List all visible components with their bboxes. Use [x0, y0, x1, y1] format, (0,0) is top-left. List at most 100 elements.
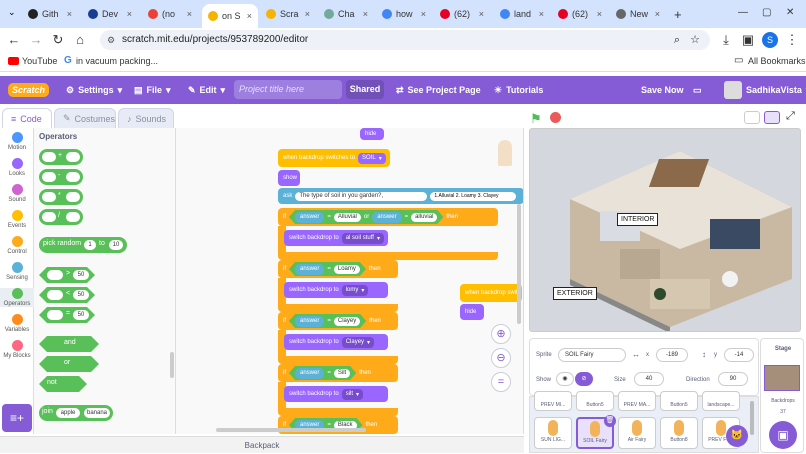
backdrop-dropdown[interactable]: al soil stuff ▾ [342, 233, 384, 244]
stage-canvas[interactable]: INTERIOR EXTERIOR [529, 128, 801, 332]
shared-button[interactable]: Shared [346, 80, 384, 99]
file-menu[interactable]: ▤File▾ [134, 76, 171, 104]
backdrop-dropdown[interactable]: silt ▾ [342, 389, 363, 400]
input-slot[interactable] [66, 212, 80, 222]
stop-icon[interactable] [550, 112, 561, 123]
equals-block[interactable]: answer=Clayey [289, 314, 366, 328]
switch-backdrop-block[interactable]: switch backdrop tosilt ▾ [284, 386, 388, 402]
tab-code[interactable]: ≡Code [2, 108, 52, 128]
category-my-blocks[interactable]: My Blocks [0, 340, 34, 359]
close-icon[interactable]: × [127, 9, 132, 19]
switch-backdrop-block[interactable]: switch backdrop tolomy ▾ [284, 282, 388, 298]
backpack[interactable]: Backpack [0, 436, 524, 453]
input-slot[interactable] [42, 212, 56, 222]
equals-block[interactable]: answer=Silt [289, 366, 356, 380]
size-input[interactable]: 40 [634, 372, 664, 386]
save-now-button[interactable]: Save Now [641, 76, 684, 104]
url-field[interactable]: ⚙ scratch.mit.edu/projects/953789200/edi… [100, 30, 710, 50]
close-icon[interactable]: × [67, 9, 72, 19]
delete-sprite-icon[interactable]: 🗑 [604, 415, 616, 427]
input-slot[interactable]: 1 [84, 240, 96, 250]
input-slot[interactable] [66, 152, 80, 162]
answer-compare-value[interactable]: Alluvial [334, 213, 361, 222]
y-input[interactable]: -14 [724, 348, 754, 362]
stage-selector[interactable]: Stage Backdrops 37 ▣ [760, 338, 804, 453]
sprite-tile[interactable]: Button5 [576, 391, 614, 411]
add-extension-icon[interactable]: ≡+ [2, 404, 32, 432]
compare-block[interactable]: =50 [39, 307, 95, 323]
op-block[interactable]: - [39, 169, 83, 185]
new-tab-button[interactable]: + [668, 4, 688, 24]
sprite-tile[interactable]: PREV MI... [534, 391, 572, 411]
browser-tab[interactable]: Scra× [260, 4, 316, 24]
edit-menu[interactable]: ✎Edit▾ [188, 76, 225, 104]
category-motion[interactable]: Motion [0, 132, 34, 151]
close-icon[interactable]: × [247, 11, 252, 21]
category-control[interactable]: Control [0, 236, 34, 255]
when-backdrop-switches-block-2[interactable]: when backdrop switc [460, 284, 522, 302]
home-icon[interactable]: ⌂ [72, 32, 88, 48]
reload-icon[interactable]: ↻ [50, 32, 66, 48]
close-icon[interactable]: × [363, 9, 368, 19]
compare-block[interactable]: <50 [39, 287, 95, 303]
tab-search-icon[interactable]: ⌄ [8, 7, 16, 18]
answer-reporter[interactable]: answer [295, 212, 324, 223]
window-close-icon[interactable]: ✕ [786, 7, 794, 18]
category-operators[interactable]: Operators [0, 288, 34, 307]
and-block[interactable]: and [39, 336, 99, 352]
green-flag-icon[interactable]: ⚑ [530, 111, 542, 127]
minimize-icon[interactable]: — [738, 7, 748, 18]
sprite-list-scrollbar[interactable] [750, 401, 754, 435]
category-variables[interactable]: Variables [0, 314, 34, 333]
ask-block[interactable]: askThe type of soil in you garden?,1.All… [278, 188, 524, 204]
zoom-out-icon[interactable]: ⊖ [491, 348, 511, 368]
if-block[interactable]: ifanswer=Clayeythen [278, 312, 398, 330]
browser-tab[interactable]: (62)× [552, 4, 608, 24]
back-icon[interactable]: ← [6, 32, 22, 48]
equals-block[interactable]: answer=Loamy [289, 262, 366, 276]
direction-input[interactable]: 90 [718, 372, 748, 386]
input-slot[interactable] [66, 192, 80, 202]
small-stage-icon[interactable] [744, 111, 760, 124]
zoom-in-icon[interactable]: ⊕ [491, 324, 511, 344]
forward-icon[interactable]: → [28, 32, 44, 48]
ask-text-input[interactable]: The type of soil in you garden?, [295, 192, 427, 201]
if-block[interactable]: ifanswer=Loamythen [278, 260, 398, 278]
compare-block[interactable]: >50 [39, 267, 95, 283]
star-icon[interactable]: ☆ [690, 30, 700, 50]
sprite-tile[interactable]: Air Fairy [618, 417, 656, 449]
backdrop-dropdown[interactable]: Clayey ▾ [342, 337, 374, 348]
browser-tab[interactable]: land× [494, 4, 550, 24]
if-block[interactable]: ifanswer=Siltthen [278, 364, 398, 382]
sprite-name-input[interactable]: SOIL Fairy [558, 348, 626, 362]
browser-tab[interactable]: on S× [202, 4, 258, 28]
large-stage-icon[interactable] [764, 111, 780, 124]
close-icon[interactable]: × [305, 9, 310, 19]
sprite-tile[interactable]: Button5 [660, 391, 698, 411]
project-title-input[interactable]: Project title here [234, 80, 342, 99]
join-block[interactable]: joinapplebanana [39, 405, 113, 421]
sprite-tile[interactable]: landscape... [702, 391, 740, 411]
switch-backdrop-block[interactable]: switch backdrop toClayey ▾ [284, 334, 388, 350]
category-sound[interactable]: Sound [0, 184, 34, 203]
input-slot[interactable]: 50 [73, 310, 89, 320]
bookmark-vacuum[interactable]: in vacuum packing... [76, 56, 158, 66]
if-block[interactable]: ifanswer=Alluvialoranswer=alluvialthen [278, 208, 498, 226]
category-sensing[interactable]: Sensing [0, 262, 34, 281]
hide-block-side[interactable]: hide [460, 304, 484, 320]
answer-reporter[interactable]: answer [295, 316, 324, 327]
close-icon[interactable]: × [539, 9, 544, 19]
code-area[interactable]: hidewhen backdrop switches toSOIL ▾showa… [176, 128, 524, 434]
scratch-logo[interactable]: Scratch [8, 76, 49, 104]
hide-block-top[interactable]: hide [360, 128, 384, 140]
sprite-tile[interactable]: Button8 [660, 417, 698, 449]
account-menu[interactable]: SadhikaVista▾ [724, 76, 806, 104]
sidepanel-icon[interactable]: ▣ [740, 32, 756, 48]
when-backdrop-switches-block[interactable]: when backdrop switches toSOIL ▾ [278, 149, 390, 167]
pick-random-block[interactable]: pick random1to10 [39, 237, 127, 253]
fullscreen-icon[interactable]: ⤢ [786, 110, 795, 123]
browser-tab[interactable]: (62)× [434, 4, 490, 24]
category-events[interactable]: Events [0, 210, 34, 229]
x-input[interactable]: -189 [656, 348, 688, 362]
see-project-page-button[interactable]: ⇄See Project Page [396, 76, 481, 104]
